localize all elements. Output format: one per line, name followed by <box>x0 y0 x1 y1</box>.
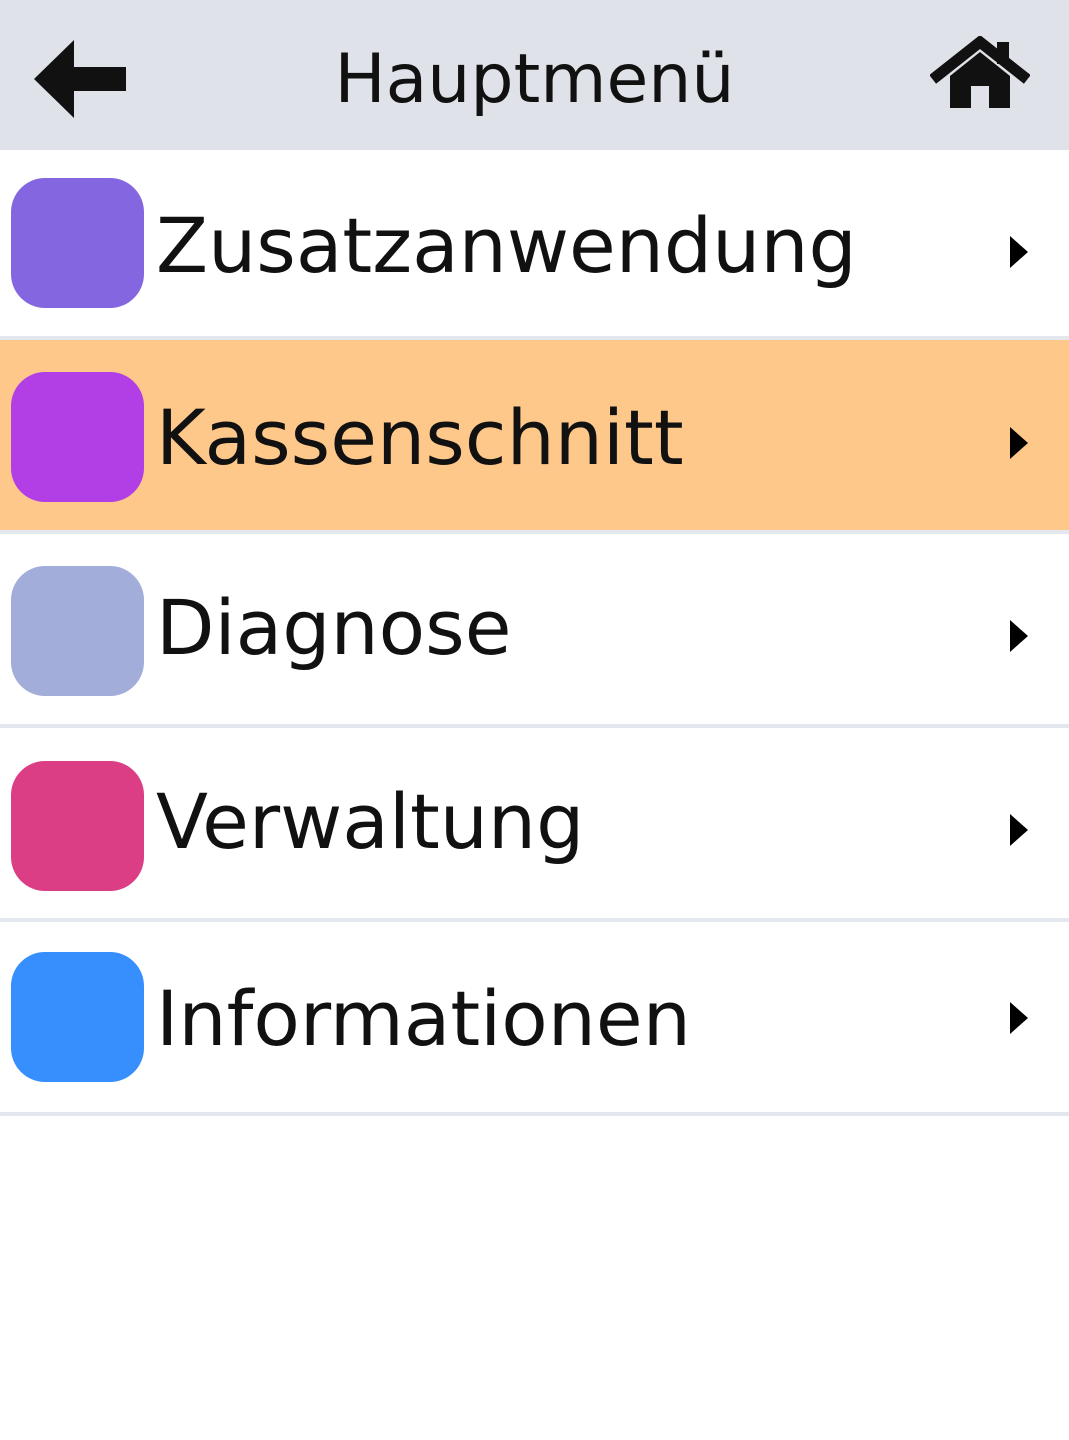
informationen-color-icon <box>11 952 144 1082</box>
page-title: Hauptmenü <box>334 40 735 119</box>
zusatzanwendung-color-icon <box>11 178 144 308</box>
menu-item-zusatzanwendung[interactable]: Zusatzanwendung <box>0 150 1069 340</box>
menu-item-label: Diagnose <box>156 583 512 672</box>
diagnose-color-icon <box>11 566 144 696</box>
arrow-left-icon <box>34 40 126 118</box>
menu-item-verwaltung[interactable]: Verwaltung <box>0 728 1069 922</box>
chevron-right-icon <box>1010 1002 1028 1034</box>
menu-item-diagnose[interactable]: Diagnose <box>0 534 1069 728</box>
back-button[interactable] <box>28 38 132 120</box>
chevron-right-icon <box>1010 620 1028 652</box>
menu-item-label: Kassenschnitt <box>156 393 684 482</box>
menu-item-label: Informationen <box>156 974 691 1063</box>
main-menu: Zusatzanwendung Kassenschnitt Diagnose V… <box>0 150 1069 1116</box>
chevron-right-icon <box>1010 814 1028 846</box>
menu-item-kassenschnitt[interactable]: Kassenschnitt <box>0 340 1069 534</box>
menu-item-informationen[interactable]: Informationen <box>0 922 1069 1116</box>
header-bar: Hauptmenü <box>0 0 1069 150</box>
chevron-right-icon <box>1010 427 1028 459</box>
verwaltung-color-icon <box>11 761 144 891</box>
menu-item-label: Verwaltung <box>156 777 585 866</box>
chevron-right-icon <box>1010 236 1028 268</box>
kassenschnitt-color-icon <box>11 372 144 502</box>
home-icon <box>929 34 1031 108</box>
menu-item-label: Zusatzanwendung <box>156 201 857 290</box>
home-button[interactable] <box>929 34 1031 112</box>
